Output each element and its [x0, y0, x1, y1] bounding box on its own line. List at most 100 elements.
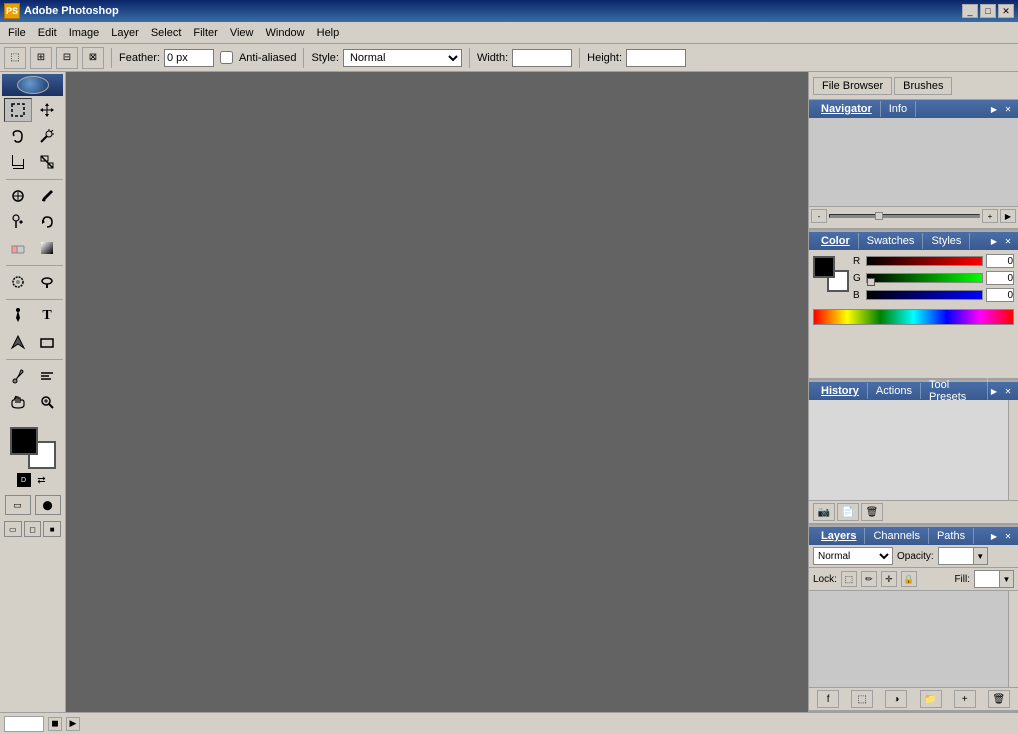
paint-bucket-tool[interactable]	[33, 236, 61, 260]
tab-history[interactable]: History	[813, 383, 868, 399]
navigator-panel-close[interactable]: ✕	[1002, 103, 1014, 115]
rectangular-marquee-tool[interactable]	[4, 98, 32, 122]
history-delete-button[interactable]: 🗑	[861, 503, 883, 521]
layers-panel-arrow[interactable]: ▶	[988, 530, 1000, 542]
tab-color[interactable]: Color	[813, 233, 859, 249]
fill-control[interactable]: ▼	[974, 570, 1014, 588]
lasso-tool[interactable]	[4, 124, 32, 148]
brush-tool[interactable]	[33, 184, 61, 208]
lock-position[interactable]: ✛	[881, 571, 897, 587]
tab-swatches[interactable]: Swatches	[859, 233, 924, 249]
notes-tool[interactable]	[33, 364, 61, 388]
layer-mask-button[interactable]: ⬚	[851, 690, 873, 708]
tab-paths[interactable]: Paths	[929, 528, 974, 544]
brushes-button[interactable]: Brushes	[894, 77, 952, 95]
history-scroll-right[interactable]	[1008, 400, 1018, 500]
blend-mode-select[interactable]: Normal Multiply Screen Overlay	[813, 547, 893, 565]
menu-help[interactable]: Help	[311, 25, 346, 41]
full-screen-menu-button[interactable]: ◻	[24, 521, 42, 537]
move-tool[interactable]	[33, 98, 61, 122]
title-controls[interactable]: _ □ ✕	[962, 4, 1014, 18]
foreground-color-swatch[interactable]	[10, 427, 38, 455]
shape-tool[interactable]	[33, 330, 61, 354]
standard-mode-button[interactable]: ▭	[5, 495, 31, 515]
navigator-panel-arrow[interactable]: ▶	[988, 103, 1000, 115]
canvas-area[interactable]	[66, 72, 808, 712]
marquee-subtract-selection[interactable]: ⊟	[56, 47, 78, 69]
blur-tool[interactable]	[4, 270, 32, 294]
clone-stamp-tool[interactable]	[4, 210, 32, 234]
layer-delete-button[interactable]: 🗑	[988, 690, 1010, 708]
menu-file[interactable]: File	[2, 25, 32, 41]
zoom-in-btn[interactable]: +	[982, 209, 998, 223]
standard-screen-button[interactable]: ▭	[4, 521, 22, 537]
layers-scroll[interactable]	[1008, 591, 1018, 687]
r-slider[interactable]	[866, 256, 983, 266]
lock-all[interactable]: 🔒	[901, 571, 917, 587]
marquee-add-selection[interactable]: ⊞	[30, 47, 52, 69]
foreground-background-colors[interactable]	[10, 427, 56, 469]
quick-mask-button[interactable]: ⬤	[35, 495, 61, 515]
history-panel-close[interactable]: ✕	[1002, 385, 1014, 397]
eraser-tool[interactable]	[4, 236, 32, 260]
color-spectrum[interactable]	[813, 309, 1014, 325]
full-screen-button[interactable]: ■	[43, 521, 61, 537]
menu-layer[interactable]: Layer	[105, 25, 145, 41]
layer-folder-button[interactable]: 📁	[920, 690, 942, 708]
switch-colors-icon[interactable]: ⇄	[35, 473, 49, 487]
style-select[interactable]: Normal Fixed Aspect Ratio Fixed Size	[343, 49, 462, 67]
close-button[interactable]: ✕	[998, 4, 1014, 18]
nav-arrow-right[interactable]: ▶	[1000, 209, 1016, 223]
r-value[interactable]	[986, 254, 1014, 268]
tab-layers[interactable]: Layers	[813, 528, 865, 544]
tab-channels[interactable]: Channels	[865, 528, 928, 544]
dodge-tool[interactable]	[33, 270, 61, 294]
hand-tool[interactable]	[4, 390, 32, 414]
status-navigate-icon[interactable]: ◼	[48, 717, 62, 731]
zoom-out-btn[interactable]: -	[811, 209, 827, 223]
tab-info[interactable]: Info	[881, 101, 916, 117]
maximize-button[interactable]: □	[980, 4, 996, 18]
history-panel-arrow[interactable]: ▶	[988, 385, 1000, 397]
opacity-control[interactable]: ▼	[938, 547, 988, 565]
color-panel-arrow[interactable]: ▶	[988, 235, 1000, 247]
b-slider[interactable]	[866, 290, 983, 300]
width-input[interactable]	[512, 49, 572, 67]
height-input[interactable]	[626, 49, 686, 67]
tab-styles[interactable]: Styles	[923, 233, 970, 249]
menu-select[interactable]: Select	[145, 25, 188, 41]
menu-view[interactable]: View	[224, 25, 260, 41]
healing-brush-tool[interactable]	[4, 184, 32, 208]
minimize-button[interactable]: _	[962, 4, 978, 18]
opacity-arrow[interactable]: ▼	[973, 548, 987, 564]
text-tool[interactable]: T	[33, 304, 61, 328]
color-fg-swatch[interactable]	[813, 256, 835, 278]
marquee-new-selection[interactable]: ⬚	[4, 47, 26, 69]
file-browser-button[interactable]: File Browser	[813, 77, 892, 95]
menu-filter[interactable]: Filter	[187, 25, 223, 41]
nav-slider-thumb[interactable]	[875, 212, 883, 220]
g-value[interactable]	[986, 271, 1014, 285]
layer-fx-button[interactable]: f	[817, 690, 839, 708]
status-arrow-button[interactable]: ▶	[66, 717, 80, 731]
layer-adjustment-button[interactable]: ◑	[885, 690, 907, 708]
eyedropper-tool[interactable]	[4, 364, 32, 388]
magic-wand-tool[interactable]	[33, 124, 61, 148]
tab-navigator[interactable]: Navigator	[813, 101, 881, 117]
menu-window[interactable]: Window	[260, 25, 311, 41]
lock-image-pixels[interactable]: ✏	[861, 571, 877, 587]
fill-arrow[interactable]: ▼	[999, 571, 1013, 587]
default-colors-icon[interactable]: D	[17, 473, 31, 487]
layer-new-button[interactable]: +	[954, 690, 976, 708]
zoom-tool[interactable]	[33, 390, 61, 414]
menu-edit[interactable]: Edit	[32, 25, 63, 41]
b-value[interactable]	[986, 288, 1014, 302]
anti-aliased-checkbox[interactable]	[220, 51, 233, 64]
color-panel-close[interactable]: ✕	[1002, 235, 1014, 247]
layers-panel-close[interactable]: ✕	[1002, 530, 1014, 542]
menu-image[interactable]: Image	[63, 25, 106, 41]
g-slider[interactable]	[866, 273, 983, 283]
lock-transparent-pixels[interactable]: ⬚	[841, 571, 857, 587]
slice-tool[interactable]	[33, 150, 61, 174]
pen-tool[interactable]	[4, 304, 32, 328]
